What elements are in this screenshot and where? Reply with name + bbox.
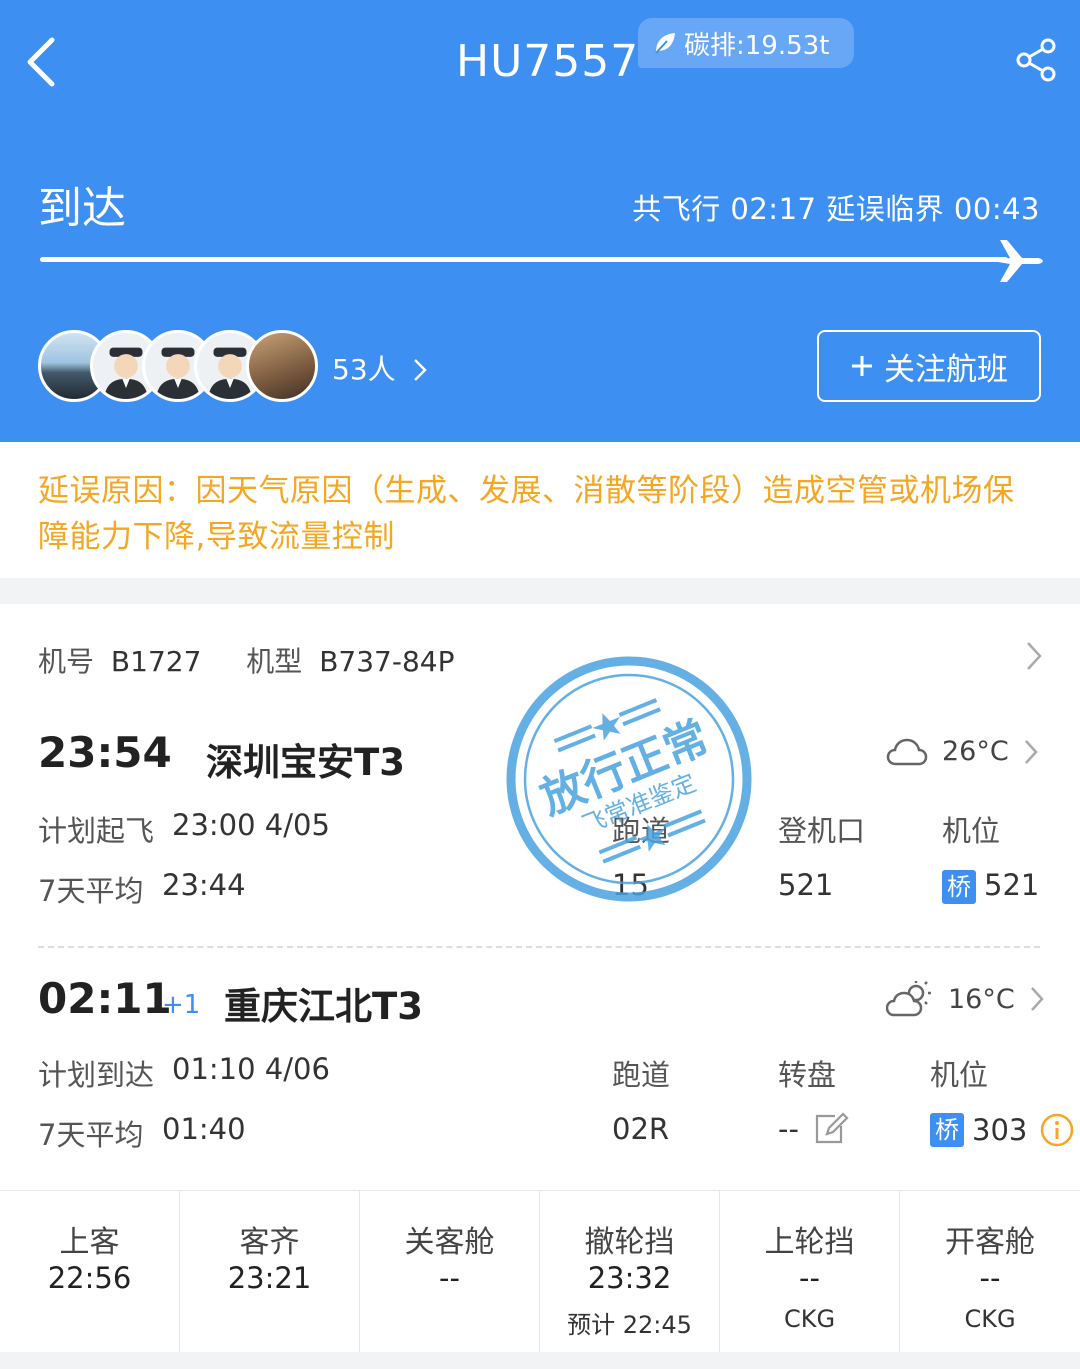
follow-flight-button[interactable]: 关注航班 [817, 330, 1041, 402]
arrival-scheduled-label: 计划到达 [38, 1058, 155, 1092]
arrival-airport: 重庆江北T3 [224, 985, 423, 1028]
bottom-spacer [0, 1352, 1080, 1369]
arrival-weather[interactable]: 16°C [886, 980, 1045, 1018]
timeline-sub: CKG [783, 1305, 836, 1333]
flight-progress-bar [40, 257, 1008, 262]
carbon-emission-badge[interactable]: 碳排:19.53t [638, 18, 854, 68]
departure-time: 23:54 [38, 728, 172, 777]
timeline-value: 22:56 [47, 1261, 132, 1295]
arrival-stand-number: 303 [972, 1113, 1028, 1147]
arrival-carousel-value: -- [778, 1112, 799, 1146]
timeline-item: 上客 22:56 [0, 1191, 180, 1353]
timeline-label: 开客舱 [945, 1225, 1035, 1260]
follower-avatars[interactable] [38, 330, 328, 402]
flight-duration-info: 共飞行 02:17 延误临界 00:43 [632, 192, 1040, 226]
timeline-item: 开客舱 -- CKG [900, 1191, 1080, 1353]
share-icon[interactable] [1012, 36, 1060, 84]
followers-count[interactable]: 53人 [332, 348, 429, 388]
aircraft-reg-label: 机号 [38, 645, 95, 678]
bridge-badge: 桥 [930, 1113, 964, 1147]
timeline-value: -- [439, 1261, 460, 1295]
section-divider [38, 946, 1040, 948]
departure-airport: 深圳宝安T3 [206, 741, 405, 784]
timeline-value: 23:32 [587, 1261, 672, 1295]
leaf-icon [655, 33, 675, 54]
back-arrow-icon[interactable] [22, 34, 62, 90]
departure-weather[interactable]: 26°C [886, 736, 1039, 767]
timeline-item: 关客舱 -- [360, 1191, 540, 1353]
arrival-scheduled: 01:10 4/06 [172, 1052, 330, 1086]
ground-handling-timeline: 上客 22:56 客齐 23:21 关客舱 -- 撤轮挡 23:32 预计 22… [0, 1190, 1080, 1353]
chevron-right-icon [1024, 739, 1038, 764]
timeline-label: 关客舱 [404, 1225, 495, 1260]
timeline-sub: CKG [964, 1305, 1016, 1333]
arrival-carousel: -- [778, 1112, 849, 1146]
chevron-right-icon [1030, 987, 1044, 1011]
arrival-runway-label: 跑道 [612, 1058, 671, 1092]
timeline-label: 上轮挡 [764, 1225, 855, 1260]
timeline-item: 上轮挡 -- CKG [720, 1191, 900, 1353]
arrival-stand-label: 机位 [930, 1058, 989, 1092]
aircraft-type: B737-84P [319, 645, 455, 678]
arrival-avg: 01:40 [162, 1112, 246, 1146]
arrival-time: 02:11 [38, 974, 172, 1023]
timeline-label: 撤轮挡 [584, 1225, 675, 1260]
edit-icon[interactable] [813, 1112, 849, 1146]
bridge-badge: 桥 [942, 870, 976, 904]
cloud-icon [886, 738, 928, 765]
departure-gate: 521 [778, 868, 834, 902]
avatar [246, 330, 318, 402]
arrival-day-offset: +1 [162, 990, 201, 1020]
timeline-value: -- [799, 1261, 820, 1295]
release-normal-stamp: 放行正常 飞常准鉴定 [506, 656, 752, 902]
departure-temp: 26°C [942, 736, 1009, 767]
departure-scheduled-label: 计划起飞 [38, 814, 155, 848]
timeline-value: 23:21 [227, 1261, 312, 1295]
aircraft-reg: B1727 [110, 645, 202, 678]
arrival-avg-label: 7天平均 [38, 1118, 144, 1152]
timeline-label: 上客 [59, 1225, 120, 1260]
delay-reason-panel: 延误原因：因天气原因（生成、发展、消散等阶段）造成空管或机场保障能力下降,导致流… [0, 442, 1080, 578]
follow-button-label: 关注航班 [884, 351, 1008, 388]
arrival-carousel-label: 转盘 [778, 1058, 837, 1092]
aircraft-type-label: 机型 [246, 645, 303, 678]
delay-reason-text: 延误原因：因天气原因（生成、发展、消散等阶段）造成空管或机场保障能力下降,导致流… [38, 473, 1015, 555]
timeline-label: 客齐 [239, 1225, 300, 1260]
departure-avg-label: 7天平均 [38, 874, 144, 908]
departure-stand-number: 521 [984, 868, 1040, 902]
arrival-stand: 桥 303 [930, 1112, 1075, 1148]
timeline-value: -- [979, 1261, 1001, 1295]
departure-avg: 23:44 [162, 868, 246, 902]
timeline-item: 撤轮挡 23:32 预计 22:45 [540, 1191, 720, 1353]
departure-stand: 桥 521 [942, 868, 1039, 904]
departure-gate-label: 登机口 [778, 814, 866, 848]
aircraft-info-row[interactable]: 机号 B1727 机型 B737-84P [38, 640, 463, 680]
timeline-sub: 预计 22:45 [567, 1311, 692, 1339]
flight-number: HU7557 [456, 36, 640, 87]
departure-scheduled: 23:00 4/05 [172, 808, 330, 842]
airplane-icon [992, 240, 1043, 282]
arrival-runway: 02R [612, 1112, 670, 1146]
plus-icon [852, 356, 872, 376]
flight-status: 到达 [38, 183, 126, 234]
flight-header: HU7557 碳排:19.53t 到达 共飞行 02:17 延误临界 00:43 [0, 0, 1080, 442]
chevron-right-icon[interactable] [1024, 640, 1044, 672]
partly-cloudy-icon [886, 981, 931, 1017]
chevron-right-icon [413, 359, 427, 381]
followers-label: 53人 [332, 353, 396, 386]
timeline-item: 客齐 23:21 [180, 1191, 360, 1353]
info-icon[interactable] [1039, 1112, 1075, 1148]
arrival-temp: 16°C [948, 983, 1015, 1015]
departure-stand-label: 机位 [942, 814, 1001, 848]
carbon-label: 碳排:19.53t [684, 30, 830, 61]
